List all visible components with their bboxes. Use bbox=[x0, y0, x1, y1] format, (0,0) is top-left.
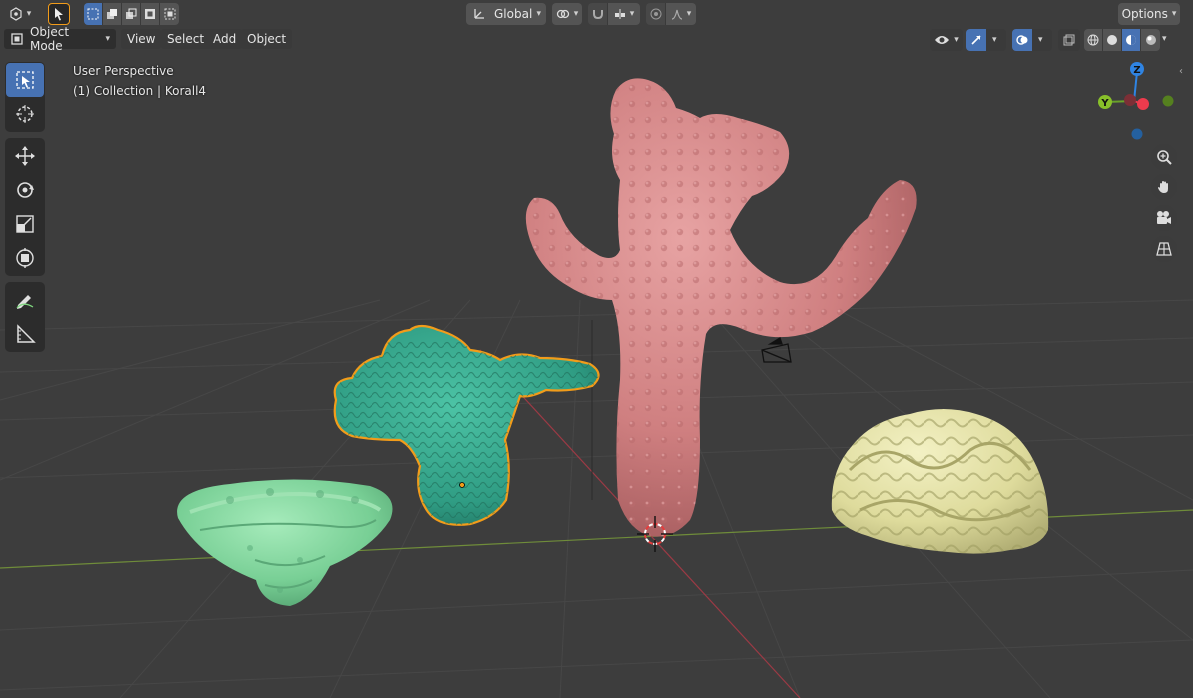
rotate-tool[interactable] bbox=[6, 173, 44, 207]
chevron-down-icon: ▾ bbox=[1171, 9, 1177, 19]
scale-tool[interactable] bbox=[6, 207, 44, 241]
select-subtract-icon[interactable] bbox=[122, 3, 141, 25]
view-name: User Perspective bbox=[73, 64, 174, 78]
gizmo-neg-y[interactable] bbox=[1162, 95, 1174, 107]
viewport-scene[interactable]: Y Z bbox=[0, 0, 1193, 698]
menu-select[interactable]: Select bbox=[161, 29, 211, 49]
chevron-down-icon: ▾ bbox=[954, 35, 959, 45]
options-label: Options bbox=[1121, 7, 1168, 21]
select-tool-button[interactable] bbox=[48, 3, 70, 25]
camera-icon bbox=[1157, 211, 1171, 224]
gizmo-neg-x[interactable] bbox=[1124, 94, 1136, 106]
measure-ruler-icon bbox=[17, 324, 36, 343]
cursor-tool[interactable] bbox=[6, 97, 44, 131]
proportional-edit-icon[interactable] bbox=[646, 3, 666, 25]
snap-group[interactable]: ▾ bbox=[588, 3, 640, 25]
orientation-axes-icon bbox=[474, 9, 484, 19]
options-dropdown[interactable]: Options ▾ bbox=[1118, 3, 1180, 25]
chevron-down-icon: ▾ bbox=[992, 35, 997, 45]
transform-orientation-dropdown[interactable]: Global ▾ bbox=[466, 3, 546, 25]
xray-icon bbox=[1063, 34, 1075, 46]
3d-cursor-icon bbox=[16, 105, 34, 123]
menu-add[interactable]: Add bbox=[207, 29, 243, 49]
viewport-info-overlay: User Perspective (1) Collection | Korall… bbox=[73, 61, 206, 101]
grid-perspective-icon bbox=[1156, 242, 1172, 256]
transform-tool[interactable] bbox=[6, 241, 44, 275]
overlays-toggle[interactable]: ▾ bbox=[1012, 29, 1052, 51]
rendered-shading-icon[interactable] bbox=[1141, 29, 1160, 51]
gizmo-z-label: Z bbox=[1133, 65, 1140, 76]
chevron-down-icon: ▾ bbox=[26, 9, 32, 19]
material-shading-icon[interactable] bbox=[1122, 29, 1141, 51]
orientation-label: Global bbox=[494, 7, 533, 21]
select-box-tool[interactable] bbox=[6, 63, 44, 97]
menu-object[interactable]: Object bbox=[241, 29, 293, 49]
pivot-icon bbox=[556, 9, 569, 19]
move-arrows-icon bbox=[15, 146, 35, 166]
annotate-pencil-icon bbox=[16, 295, 34, 309]
viewport-header-top: ▾ Global ▾ ▾ ▾ ▾ Options ▾ bbox=[0, 1, 1193, 27]
gizmo-toggle[interactable]: ▾ bbox=[966, 29, 1006, 51]
editor-type-button[interactable]: ▾ bbox=[4, 3, 36, 25]
chevron-down-icon: ▾ bbox=[573, 9, 579, 19]
sidebar-toggle-arrow-icon[interactable]: ‹ bbox=[1179, 66, 1191, 82]
shading-mode-group[interactable] bbox=[1084, 29, 1160, 51]
tool-group-annotate bbox=[5, 282, 45, 352]
select-extend-icon[interactable] bbox=[103, 3, 122, 25]
zoom-icon bbox=[1157, 150, 1172, 165]
tool-group-transform bbox=[5, 138, 45, 276]
hand-icon bbox=[1158, 181, 1168, 193]
pivot-point-dropdown[interactable]: ▾ bbox=[552, 3, 582, 25]
selection-mode-group[interactable] bbox=[84, 3, 179, 25]
chevron-down-icon: ▾ bbox=[536, 9, 541, 19]
toggle-ortho-button[interactable] bbox=[1151, 236, 1177, 262]
measure-tool[interactable] bbox=[6, 317, 44, 351]
pan-button[interactable] bbox=[1151, 174, 1177, 200]
viewport-header-menus: Object Mode ▾ View Select Add Object ▾ ▾… bbox=[0, 25, 1193, 53]
scale-icon bbox=[16, 215, 34, 233]
proportional-edit-group[interactable]: ▾ bbox=[646, 3, 696, 25]
cursor-arrow-icon bbox=[55, 8, 63, 21]
falloff-curve-icon[interactable]: ▾ bbox=[666, 3, 696, 25]
select-intersect-icon[interactable] bbox=[160, 3, 179, 25]
tool-group-select bbox=[5, 62, 45, 132]
chevron-down-icon: ▾ bbox=[105, 34, 111, 44]
select-box-icon bbox=[16, 71, 34, 89]
transform-icon bbox=[16, 248, 34, 268]
gizmo-neg-z[interactable] bbox=[1131, 128, 1143, 140]
move-tool[interactable] bbox=[6, 139, 44, 173]
rotate-icon bbox=[17, 182, 34, 198]
annotate-tool[interactable] bbox=[6, 283, 44, 317]
chevron-down-icon: ▾ bbox=[1038, 35, 1043, 45]
xray-toggle[interactable] bbox=[1058, 29, 1080, 51]
select-difference-icon[interactable] bbox=[141, 3, 160, 25]
collection-info: (1) Collection | Korall4 bbox=[73, 84, 207, 98]
mode-label: Object Mode bbox=[29, 25, 70, 53]
wireframe-shading-icon[interactable] bbox=[1084, 29, 1103, 51]
gizmo-icon[interactable] bbox=[966, 29, 986, 51]
visibility-dropdown[interactable]: ▾ bbox=[930, 29, 963, 51]
solid-shading-icon[interactable] bbox=[1103, 29, 1122, 51]
select-new-icon[interactable] bbox=[84, 3, 103, 25]
gizmo-y-label: Y bbox=[1100, 98, 1109, 109]
menu-view[interactable]: View bbox=[121, 29, 162, 49]
gizmo-x[interactable] bbox=[1137, 98, 1149, 110]
3d-viewport-editor-icon bbox=[10, 7, 22, 21]
camera-view-button[interactable] bbox=[1151, 205, 1177, 231]
zoom-button[interactable] bbox=[1151, 144, 1177, 170]
overlays-icon[interactable] bbox=[1012, 29, 1032, 51]
eye-icon bbox=[935, 36, 950, 44]
object-mode-icon bbox=[11, 33, 23, 45]
tool-shelf bbox=[5, 62, 45, 358]
snap-target-icon[interactable]: ▾ bbox=[608, 3, 640, 25]
3d-viewport[interactable]: Y Z User Perspective (1) Collection | Ko… bbox=[0, 0, 1193, 698]
magnet-icon[interactable] bbox=[588, 3, 608, 25]
object-origin bbox=[459, 482, 465, 488]
shading-options-chevron-icon[interactable]: ▾ bbox=[1162, 34, 1167, 44]
object-mode-dropdown[interactable]: Object Mode ▾ bbox=[4, 25, 116, 53]
